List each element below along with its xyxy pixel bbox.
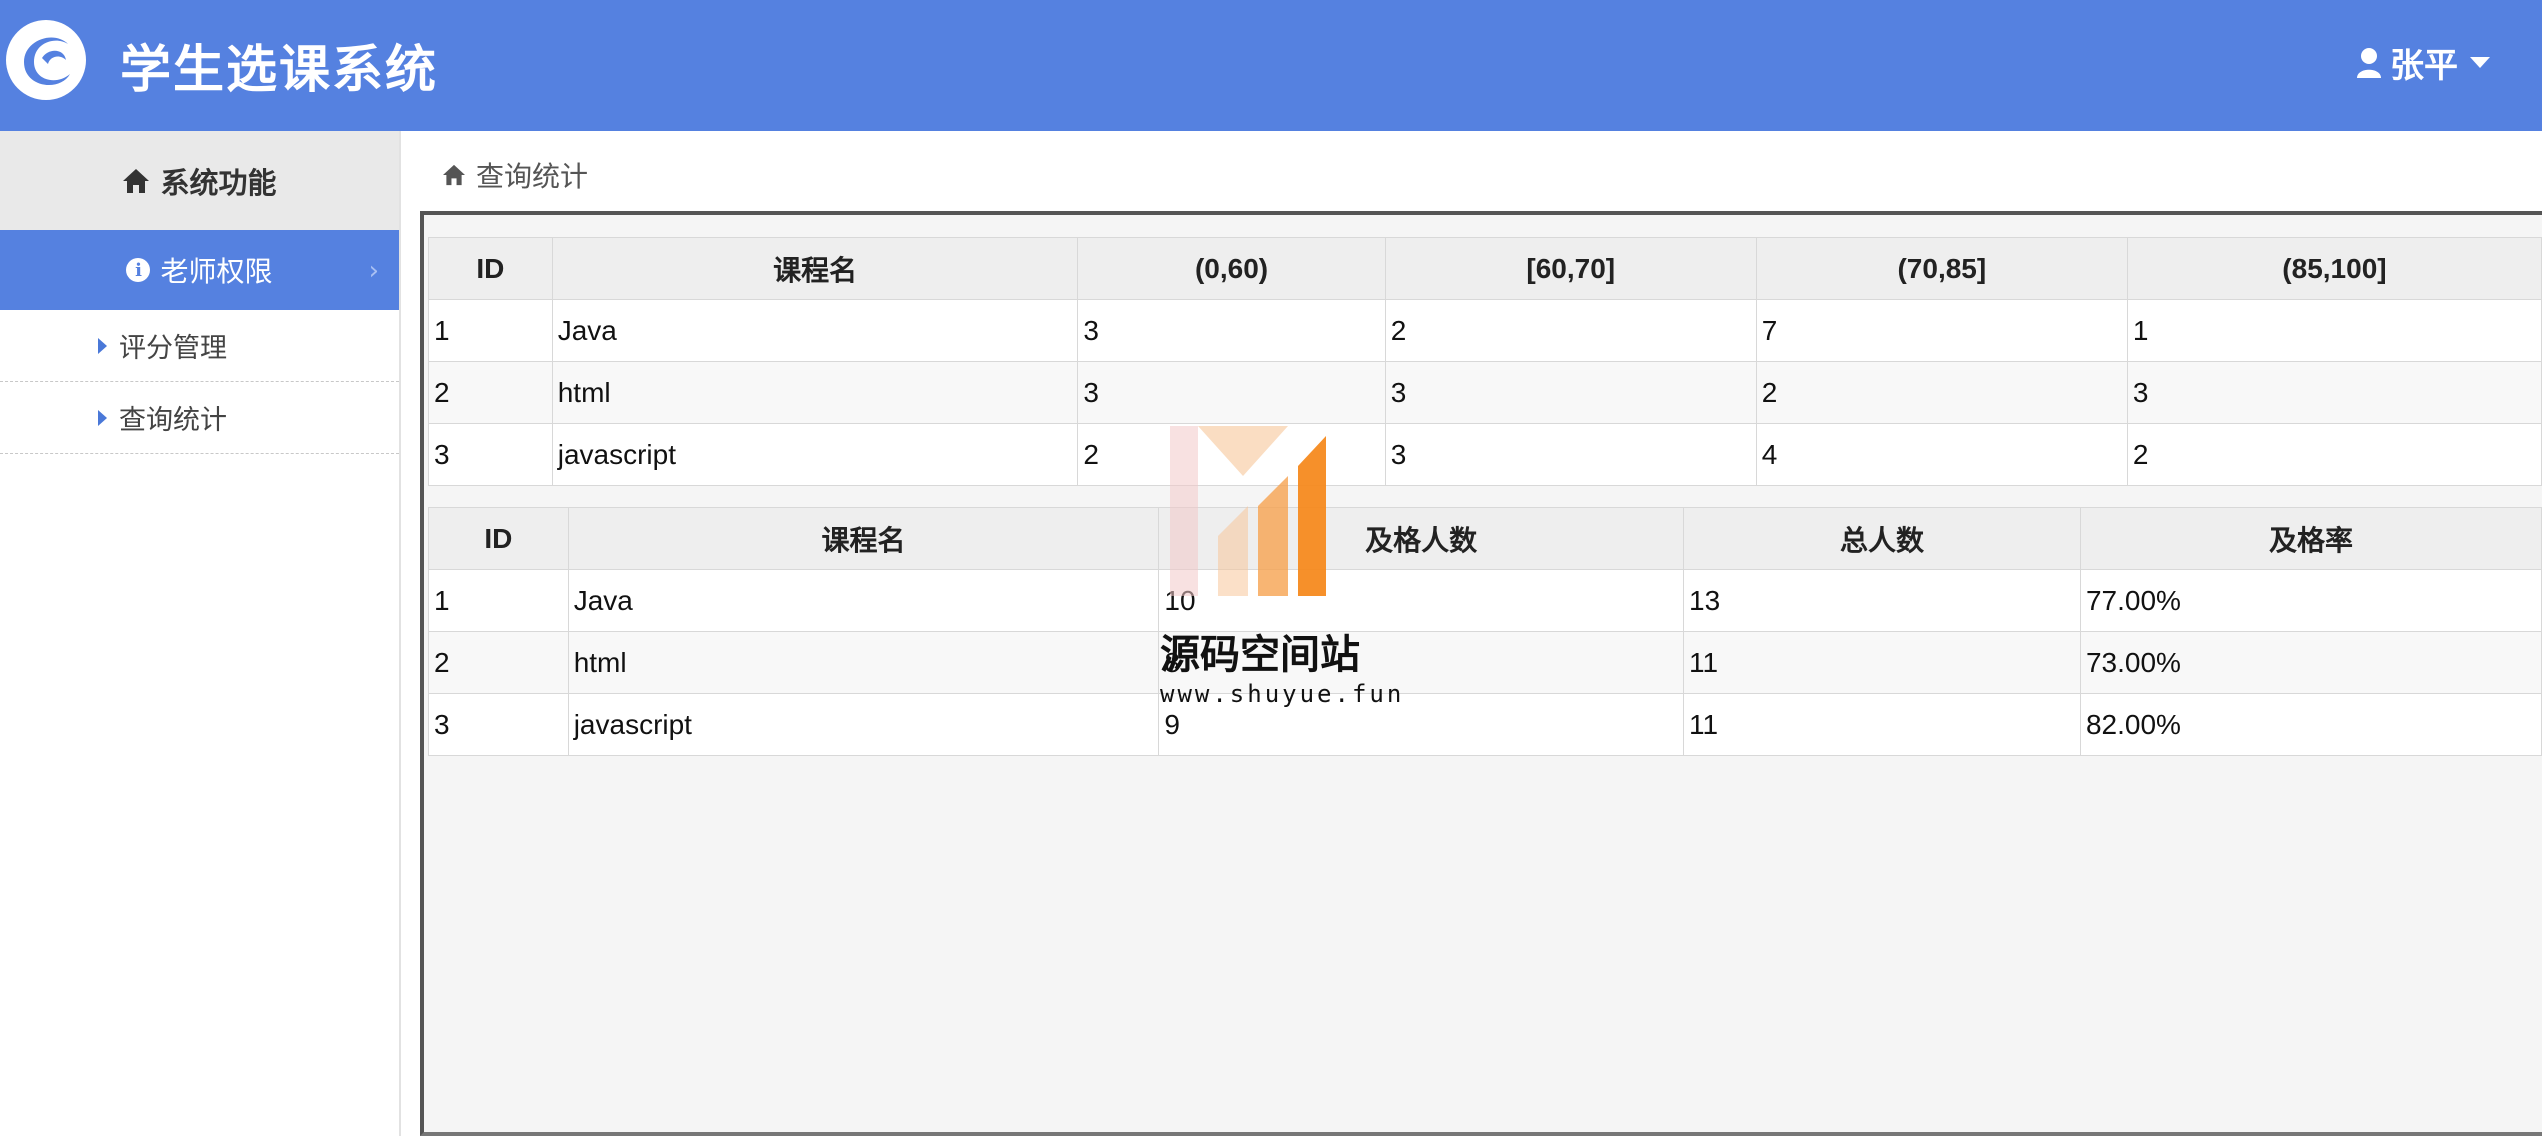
pass-rate-table: ID 课程名 及格人数 总人数 及格率 1 Java 10 13 77.00% … bbox=[428, 507, 2542, 756]
table-header-row: ID 课程名 (0,60) [60,70] (70,85] (85,100] bbox=[428, 237, 2542, 300]
table-cell: 2 bbox=[1755, 361, 2128, 424]
table-cell: 3 bbox=[1384, 361, 1757, 424]
table-cell: 2 bbox=[428, 361, 553, 424]
table-cell: 3 bbox=[1077, 361, 1386, 424]
table-cell: 1 bbox=[2126, 299, 2542, 362]
watermark-url: www.shuyue.fun bbox=[1160, 680, 1405, 708]
sidebar-item-statistics[interactable]: 查询统计 bbox=[0, 382, 399, 454]
home-icon bbox=[123, 168, 150, 193]
table-cell: Java bbox=[551, 299, 1079, 362]
table-cell: 2 bbox=[428, 631, 569, 694]
column-header: 及格率 bbox=[2079, 507, 2542, 570]
table-cell: 1 bbox=[428, 299, 553, 362]
table-cell: 77.00% bbox=[2079, 569, 2542, 632]
column-header: (70,85] bbox=[1755, 237, 2128, 300]
breadcrumb-label: 查询统计 bbox=[476, 160, 589, 193]
caret-right-icon bbox=[98, 337, 107, 354]
content-panel: ID 课程名 (0,60) [60,70] (70,85] (85,100] 1… bbox=[420, 211, 2542, 1136]
app-title: 学生选课系统 bbox=[120, 41, 439, 100]
column-header: 课程名 bbox=[567, 507, 1160, 570]
table-cell: 7 bbox=[1755, 299, 2128, 362]
logo-icon bbox=[6, 20, 86, 100]
table-cell: javascript bbox=[551, 423, 1079, 486]
table-cell: 13 bbox=[1683, 569, 2081, 632]
table-cell: 2 bbox=[2126, 423, 2542, 486]
table-cell: 3 bbox=[428, 693, 569, 756]
top-header: 学生选课系统 张平 bbox=[0, 0, 2542, 131]
table-row: 1 Java 3 2 7 1 bbox=[428, 299, 2542, 362]
column-header: (0,60) bbox=[1077, 237, 1386, 300]
table-row: 3 javascript 2 3 4 2 bbox=[428, 423, 2542, 486]
table-cell: 11 bbox=[1683, 631, 2081, 694]
sidebar-heading: 系统功能 bbox=[0, 131, 399, 230]
watermark-text: 源码空间站 bbox=[1160, 632, 1360, 678]
table-cell: 82.00% bbox=[2079, 693, 2542, 756]
column-header: [60,70] bbox=[1384, 237, 1757, 300]
column-header: 总人数 bbox=[1683, 507, 2081, 570]
breadcrumb: 查询统计 bbox=[442, 155, 588, 195]
table-row: 3 javascript 9 11 82.00% bbox=[428, 693, 2542, 756]
caret-right-icon bbox=[98, 409, 107, 426]
table-cell: 73.00% bbox=[2079, 631, 2542, 694]
table-cell: 1 bbox=[428, 569, 569, 632]
sidebar: 系统功能 i 老师权限 › 评分管理 查询统计 bbox=[0, 131, 401, 1136]
sidebar-group-label: 老师权限 bbox=[160, 255, 273, 288]
table-cell: 4 bbox=[1755, 423, 2128, 486]
user-menu[interactable]: 张平 bbox=[2356, 38, 2490, 87]
home-icon bbox=[443, 164, 465, 186]
column-header: ID bbox=[428, 507, 569, 570]
column-header: 课程名 bbox=[551, 237, 1079, 300]
chevron-right-icon: › bbox=[368, 256, 379, 286]
table-header-row: ID 课程名 及格人数 总人数 及格率 bbox=[428, 507, 2542, 570]
column-header: (85,100] bbox=[2126, 237, 2542, 300]
table-cell: 3 bbox=[428, 423, 553, 486]
table-row: 2 html 3 3 2 3 bbox=[428, 361, 2542, 424]
sidebar-item-label: 评分管理 bbox=[119, 333, 227, 364]
info-icon: i bbox=[126, 258, 151, 282]
table-row: 2 html 8 11 73.00% bbox=[428, 631, 2542, 694]
user-icon bbox=[2357, 47, 2381, 78]
column-header: 及格人数 bbox=[1158, 507, 1684, 570]
sidebar-item-grading[interactable]: 评分管理 bbox=[0, 310, 399, 382]
user-name: 张平 bbox=[2390, 46, 2458, 86]
score-distribution-table: ID 课程名 (0,60) [60,70] (70,85] (85,100] 1… bbox=[428, 237, 2542, 486]
caret-down-icon bbox=[2470, 57, 2490, 68]
table-cell: 11 bbox=[1683, 693, 2081, 756]
table-cell: 3 bbox=[2126, 361, 2542, 424]
sidebar-heading-label: 系统功能 bbox=[160, 165, 277, 200]
sidebar-item-label: 查询统计 bbox=[119, 405, 227, 436]
table-cell: html bbox=[567, 631, 1160, 694]
table-cell: Java bbox=[567, 569, 1160, 632]
table-cell: 2 bbox=[1077, 423, 1386, 486]
sidebar-group-teacher[interactable]: i 老师权限 › bbox=[0, 230, 399, 310]
table-cell: 3 bbox=[1384, 423, 1757, 486]
table-cell: javascript bbox=[567, 693, 1160, 756]
table-cell: 3 bbox=[1077, 299, 1386, 362]
table-cell: 2 bbox=[1384, 299, 1757, 362]
table-row: 1 Java 10 13 77.00% bbox=[428, 569, 2542, 632]
column-header: ID bbox=[428, 237, 553, 300]
table-cell: html bbox=[551, 361, 1079, 424]
